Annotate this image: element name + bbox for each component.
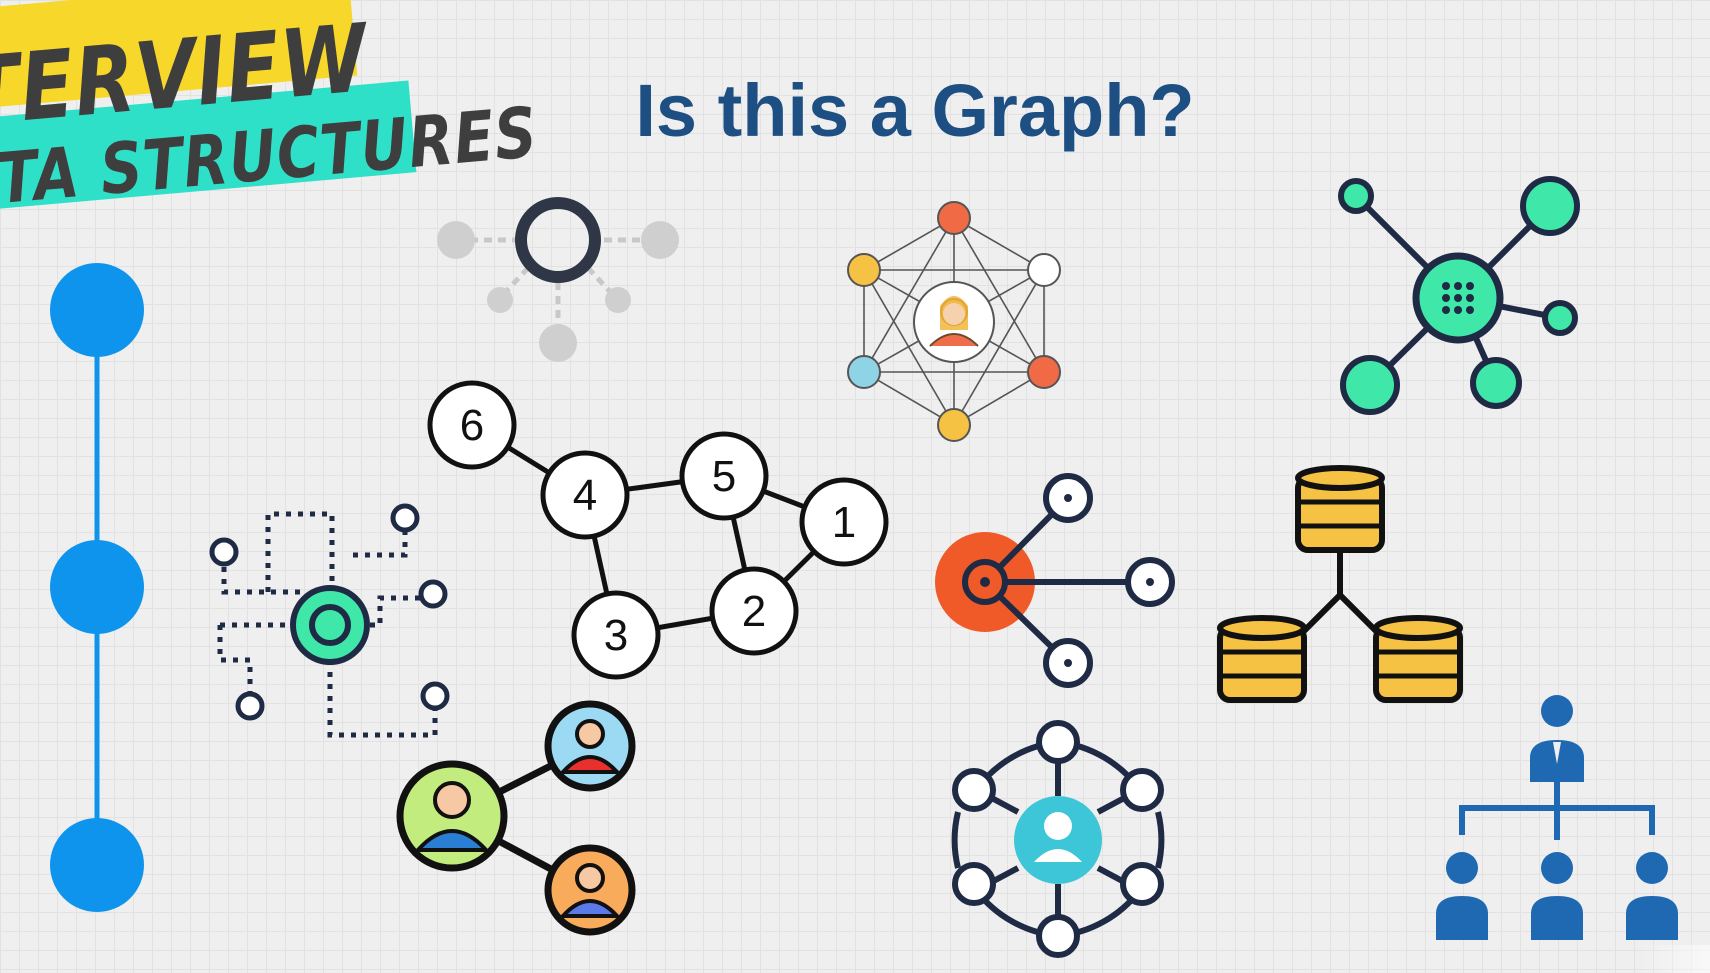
org-chart-icon [1436, 695, 1678, 940]
circuit-network-icon [209, 503, 450, 738]
graph-node-label-1: 1 [832, 498, 856, 547]
person-avatar-top [544, 700, 636, 792]
database-top [1295, 465, 1385, 553]
database-right [1373, 615, 1463, 703]
hub-network-icon [437, 197, 679, 362]
numbered-graph-icon: 6 4 5 1 3 2 [427, 380, 889, 680]
graph-node-label-3: 3 [604, 611, 628, 660]
graph-node-label-2: 2 [742, 587, 766, 636]
people-connections-icon [396, 700, 636, 936]
timeline-icon [50, 263, 144, 912]
database-tree-icon [1217, 465, 1463, 703]
watermark-fade [1640, 945, 1710, 973]
user-hex-network-icon [951, 720, 1165, 958]
graph-illustrations: 6 4 5 1 3 2 [50, 176, 1678, 958]
person-network-icon [847, 201, 1061, 442]
graph-node-label-5: 5 [712, 452, 736, 501]
graph-node-label-4: 4 [573, 471, 597, 520]
person-avatar-bottom [544, 844, 636, 936]
share-icon [935, 473, 1175, 688]
database-left [1217, 615, 1307, 703]
person-avatar-large [396, 760, 508, 872]
graph-node-label-6: 6 [460, 401, 484, 450]
molecule-network-icon [1338, 176, 1580, 415]
